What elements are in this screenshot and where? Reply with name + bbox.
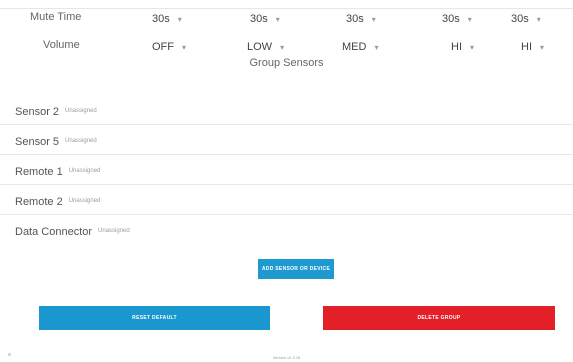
sensor-name-text: Sensor 2 (15, 106, 60, 118)
sensor-name: Data Connector Unassigned (15, 226, 130, 238)
sensor-name-text: Remote 2 (15, 196, 63, 208)
sensor-name: Sensor 5 Unassigned (15, 136, 97, 148)
group-sensors-title: Group Sensors (249, 57, 324, 69)
sensor-status: Unassigned (65, 108, 97, 114)
chevron-down-icon: ▾ (275, 14, 280, 24)
delete-group-button[interactable]: Delete Group (323, 306, 555, 330)
mute-time-value-1: 30s (152, 13, 170, 25)
volume-select-3[interactable]: MED ▾ (342, 39, 378, 55)
chevron-down-icon: ▾ (280, 42, 285, 52)
version-text: Version v2.3.15 (272, 355, 301, 360)
volume-value-5: HI (521, 41, 532, 53)
volume-label: Volume (43, 39, 80, 51)
mute-time-value-5: 30s (511, 13, 529, 25)
chevron-down-icon: ▾ (371, 14, 376, 24)
sensor-name-text: Remote 1 (15, 166, 63, 178)
mute-time-row: Mute Time 30s ▾ 30s ▾ 30s ▾ 30s ▾ 30s ▾ (0, 11, 573, 29)
sensor-row-sensor-5[interactable]: Sensor 5 Unassigned (0, 125, 573, 155)
volume-select-1[interactable]: OFF ▾ (152, 39, 186, 55)
sensor-row-sensor-2[interactable]: Sensor 2 Unassigned (0, 95, 573, 125)
chevron-down-icon: ▾ (182, 42, 187, 52)
chevron-down-icon: ▾ (536, 14, 541, 24)
volume-row: Volume OFF ▾ LOW ▾ MED ▾ HI ▾ HI ▾ (0, 39, 573, 57)
sensor-status: Unassigned (68, 168, 101, 174)
sensor-row-data-connector[interactable]: Data Connector Unassigned (0, 215, 573, 245)
sensor-name-text: Data Connector (15, 226, 93, 238)
volume-select-5[interactable]: HI ▾ (521, 39, 544, 55)
mute-time-value-4: 30s (442, 13, 460, 25)
mute-time-select-1[interactable]: 30s ▾ (152, 11, 182, 27)
sensor-name-text: Sensor 5 (15, 136, 60, 148)
chevron-down-icon: ▾ (467, 14, 472, 24)
chevron-down-icon: ▾ (177, 14, 182, 24)
reset-default-button[interactable]: Reset Default (39, 306, 270, 330)
sensor-name: Remote 1 Unassigned (15, 166, 100, 178)
sensor-row-remote-1[interactable]: Remote 1 Unassigned (0, 155, 573, 185)
group-settings-page: Mute Time 30s ▾ 30s ▾ 30s ▾ 30s ▾ 30s ▾ … (0, 0, 573, 362)
mute-time-select-5[interactable]: 30s ▾ (511, 11, 541, 27)
sensor-status: Unassigned (98, 228, 130, 234)
chevron-down-icon: ▾ (540, 42, 545, 52)
top-divider (0, 8, 573, 9)
mute-time-select-2[interactable]: 30s ▾ (250, 11, 280, 27)
volume-value-2: LOW (247, 41, 273, 53)
mute-time-label: Mute Time (30, 11, 82, 23)
mute-time-select-4[interactable]: 30s ▾ (442, 11, 472, 27)
mute-time-select-3[interactable]: 30s ▾ (346, 11, 376, 27)
volume-value-1: OFF (152, 41, 174, 53)
sensor-name: Sensor 2 Unassigned (15, 106, 97, 118)
sensor-status: Unassigned (65, 138, 97, 144)
mute-time-value-2: 30s (250, 13, 268, 25)
add-sensor-button[interactable]: Add Sensor or Device (258, 259, 334, 279)
volume-select-4[interactable]: HI ▾ (451, 39, 474, 55)
sensor-name: Remote 2 Unassigned (15, 196, 100, 208)
volume-select-2[interactable]: LOW ▾ (247, 39, 284, 55)
sensor-status: Unassigned (68, 198, 101, 204)
volume-value-4: HI (451, 41, 462, 53)
volume-value-3: MED (342, 41, 367, 53)
sensor-row-remote-2[interactable]: Remote 2 Unassigned (0, 185, 573, 215)
chevron-down-icon: ▾ (374, 42, 379, 52)
chevron-down-icon: ▾ (470, 42, 475, 52)
mute-time-value-3: 30s (346, 13, 364, 25)
